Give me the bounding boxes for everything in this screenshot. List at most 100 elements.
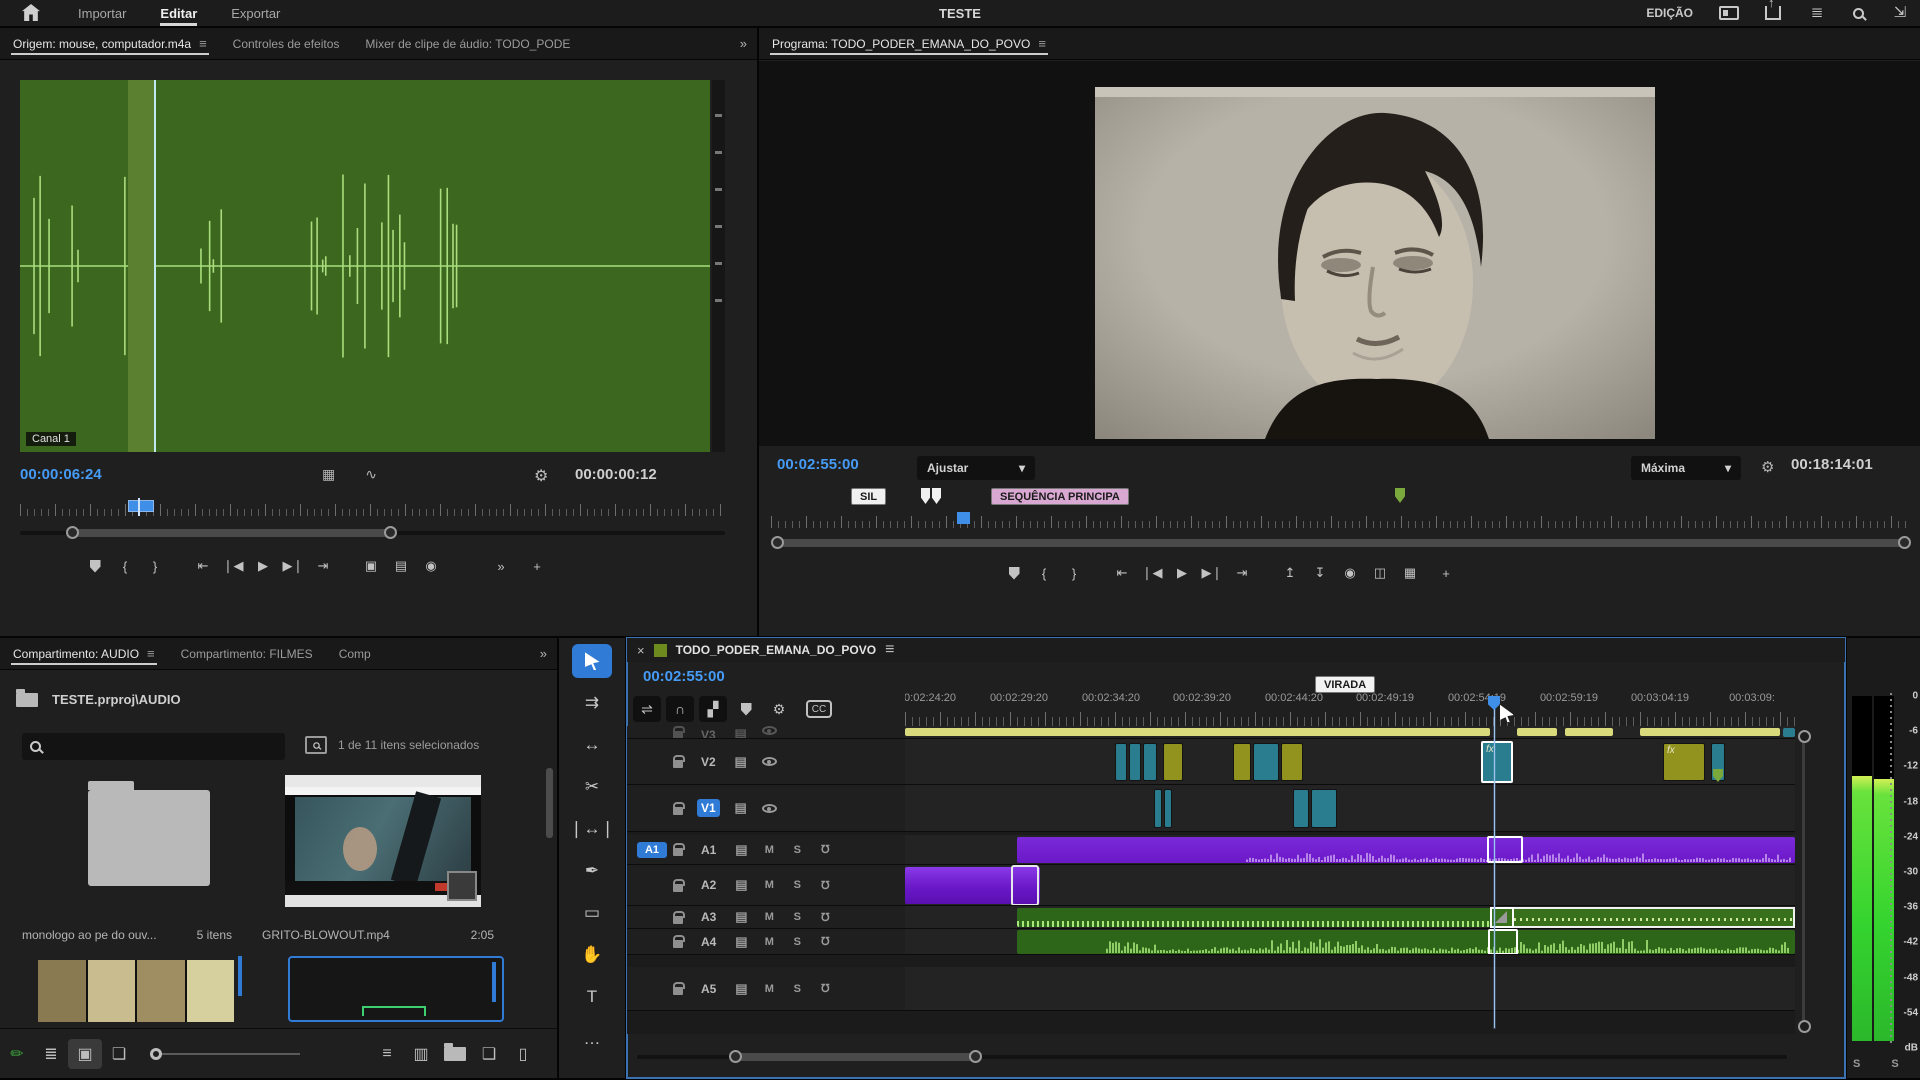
type-tool[interactable]: T	[572, 980, 612, 1014]
sync-lock-icon[interactable]: ▤	[734, 754, 748, 770]
clip-v3[interactable]	[1565, 728, 1613, 736]
track-content-a1[interactable]	[905, 835, 1795, 864]
track-name-v1[interactable]: V1	[697, 799, 720, 817]
mute-button[interactable]: M	[762, 879, 776, 891]
clip-video[interactable]	[1154, 789, 1162, 828]
menu-editar[interactable]: Editar	[160, 0, 197, 26]
zoom-handle-right[interactable]	[969, 1050, 982, 1063]
tab-compartimento[interactable]: Compartimento: AUDIO≡	[0, 638, 168, 669]
clip-video[interactable]	[1311, 789, 1337, 828]
lock-icon[interactable]	[673, 916, 683, 924]
zoom-handle-right[interactable]	[1898, 536, 1911, 549]
program-zoom-scrollbar[interactable]	[771, 536, 1911, 550]
captions-button[interactable]: CC	[806, 700, 832, 718]
export-frame-button[interactable]: ◉	[416, 553, 446, 579]
solo-button[interactable]: S	[790, 983, 804, 995]
mute-button[interactable]: M	[762, 911, 776, 923]
track-name-a5[interactable]: A5	[697, 980, 720, 998]
add-marker-button[interactable]	[732, 696, 760, 722]
mark-in-button[interactable]: {	[1029, 560, 1059, 586]
writable-pencil-icon[interactable]: ✏	[0, 1039, 34, 1069]
clip-video[interactable]	[1233, 743, 1251, 781]
voiceover-record-mic-icon[interactable]: ℧	[818, 879, 832, 892]
clip-v3[interactable]	[1783, 728, 1795, 737]
home-icon[interactable]	[22, 4, 40, 21]
vscroll-handle-top[interactable]	[1798, 730, 1811, 743]
clip-audio-a4[interactable]	[1017, 930, 1795, 954]
fit-dropdown[interactable]: Ajustar▾	[917, 456, 1035, 480]
voiceover-record-mic-icon[interactable]: ℧	[818, 935, 832, 948]
track-select-forward-tool[interactable]: ⇉	[572, 686, 612, 720]
mute-button[interactable]: M	[762, 983, 776, 995]
clip-video[interactable]: fx	[1663, 743, 1705, 781]
lock-icon[interactable]	[673, 987, 683, 995]
tab-overflow-icon[interactable]: »	[730, 28, 757, 59]
bin-search-input[interactable]	[22, 733, 285, 760]
share-icon[interactable]	[1765, 6, 1781, 20]
panel-menu-icon[interactable]: ≡	[885, 641, 894, 659]
source-settings-button[interactable]: ▦	[322, 466, 335, 483]
track-name-v3[interactable]: V3	[697, 726, 720, 738]
marker-double[interactable]	[921, 488, 943, 504]
list-view-button[interactable]: ≣	[34, 1039, 68, 1069]
insert-button[interactable]: ▣	[356, 553, 386, 579]
audio-waveform-button[interactable]: ∿	[365, 466, 377, 483]
insert-overwrite-nest-button[interactable]: ⇌	[633, 696, 661, 722]
zoom-handle-left[interactable]	[66, 526, 79, 539]
sequence-marker-virada[interactable]: VIRADA	[1315, 676, 1375, 693]
linked-selection-button[interactable]: ▞	[699, 696, 727, 722]
marker-green[interactable]	[1395, 488, 1405, 503]
step-forward-button[interactable]: ▶❘	[278, 553, 308, 579]
lock-icon[interactable]	[673, 940, 683, 948]
bin-scrollbar[interactable]	[546, 768, 553, 838]
panel-menu-icon[interactable]: ≡	[199, 36, 207, 51]
sync-lock-icon[interactable]: ▤	[734, 842, 748, 858]
bin-item-selected-partial[interactable]	[288, 956, 504, 1022]
timeline-ruler[interactable]: 00:02:24:2000:02:29:2000:02:34:2000:02:3…	[905, 690, 1795, 726]
track-name-v2[interactable]: V2	[697, 753, 720, 771]
bin-item-filmstrip-partial[interactable]	[38, 960, 234, 1022]
fullscreen-icon[interactable]: ⇲	[1890, 5, 1910, 21]
icon-view-button[interactable]: ▣	[68, 1039, 102, 1069]
zoom-handle-left[interactable]	[729, 1050, 742, 1063]
bin-item-folder-label[interactable]: monologo ao pe do ouv...5 itens	[22, 928, 232, 942]
step-forward-button[interactable]: ▶❘	[1197, 560, 1227, 586]
source-mini-timeline[interactable]	[20, 498, 725, 516]
sequence-tab[interactable]: TODO_PODER_EMANA_DO_POVO	[676, 643, 877, 657]
menu-importar[interactable]: Importar	[78, 0, 126, 26]
go-to-out-button[interactable]: ⇥	[1227, 560, 1257, 586]
source-waveform-playhead[interactable]	[154, 80, 156, 452]
source-waveform-display[interactable]: Canal 1	[20, 80, 710, 452]
program-mini-playhead[interactable]	[957, 512, 970, 524]
toggle-track-output-eye-icon[interactable]	[762, 757, 777, 766]
source-zoom-scrollbar[interactable]	[20, 526, 725, 540]
lock-icon[interactable]	[673, 731, 683, 738]
track-name-a3[interactable]: A3	[697, 908, 720, 926]
step-back-button[interactable]: ❘◀	[218, 553, 248, 579]
go-to-out-button[interactable]: ⇥	[308, 553, 338, 579]
add-marker-button[interactable]	[999, 560, 1029, 586]
zoom-slider[interactable]	[150, 1053, 300, 1055]
meter-solo-buttons[interactable]: S S	[1853, 1058, 1913, 1070]
solo-button[interactable]: S	[790, 911, 804, 923]
go-to-in-button[interactable]: ⇤	[188, 553, 218, 579]
track-name-a1[interactable]: A1	[697, 841, 720, 859]
clip-v3[interactable]	[1517, 728, 1557, 736]
clip-video[interactable]	[1129, 743, 1141, 781]
track-content-a4[interactable]	[905, 929, 1795, 954]
rectangle-tool[interactable]: ▭	[572, 896, 612, 930]
bin-item-folder-thumbnail[interactable]	[88, 790, 210, 886]
comparison-view-button[interactable]: ◫	[1365, 560, 1395, 586]
source-mini-playhead[interactable]	[138, 498, 140, 516]
clip-video[interactable]	[1281, 743, 1303, 781]
track-content-v1[interactable]	[905, 785, 1795, 831]
mark-out-button[interactable]: }	[140, 553, 170, 579]
tab-controles-de-efeitos[interactable]: Controles de efeitos	[220, 28, 353, 59]
quick-export-icon[interactable]: ≣	[1807, 5, 1827, 21]
solo-button[interactable]: S	[790, 879, 804, 891]
new-bin-button[interactable]	[438, 1039, 472, 1069]
pen-tool[interactable]: ✒	[572, 854, 612, 888]
play-button[interactable]: ▶	[1167, 560, 1197, 586]
source-clip-indicator[interactable]	[128, 500, 154, 512]
sync-lock-icon[interactable]: ▤	[734, 909, 748, 925]
